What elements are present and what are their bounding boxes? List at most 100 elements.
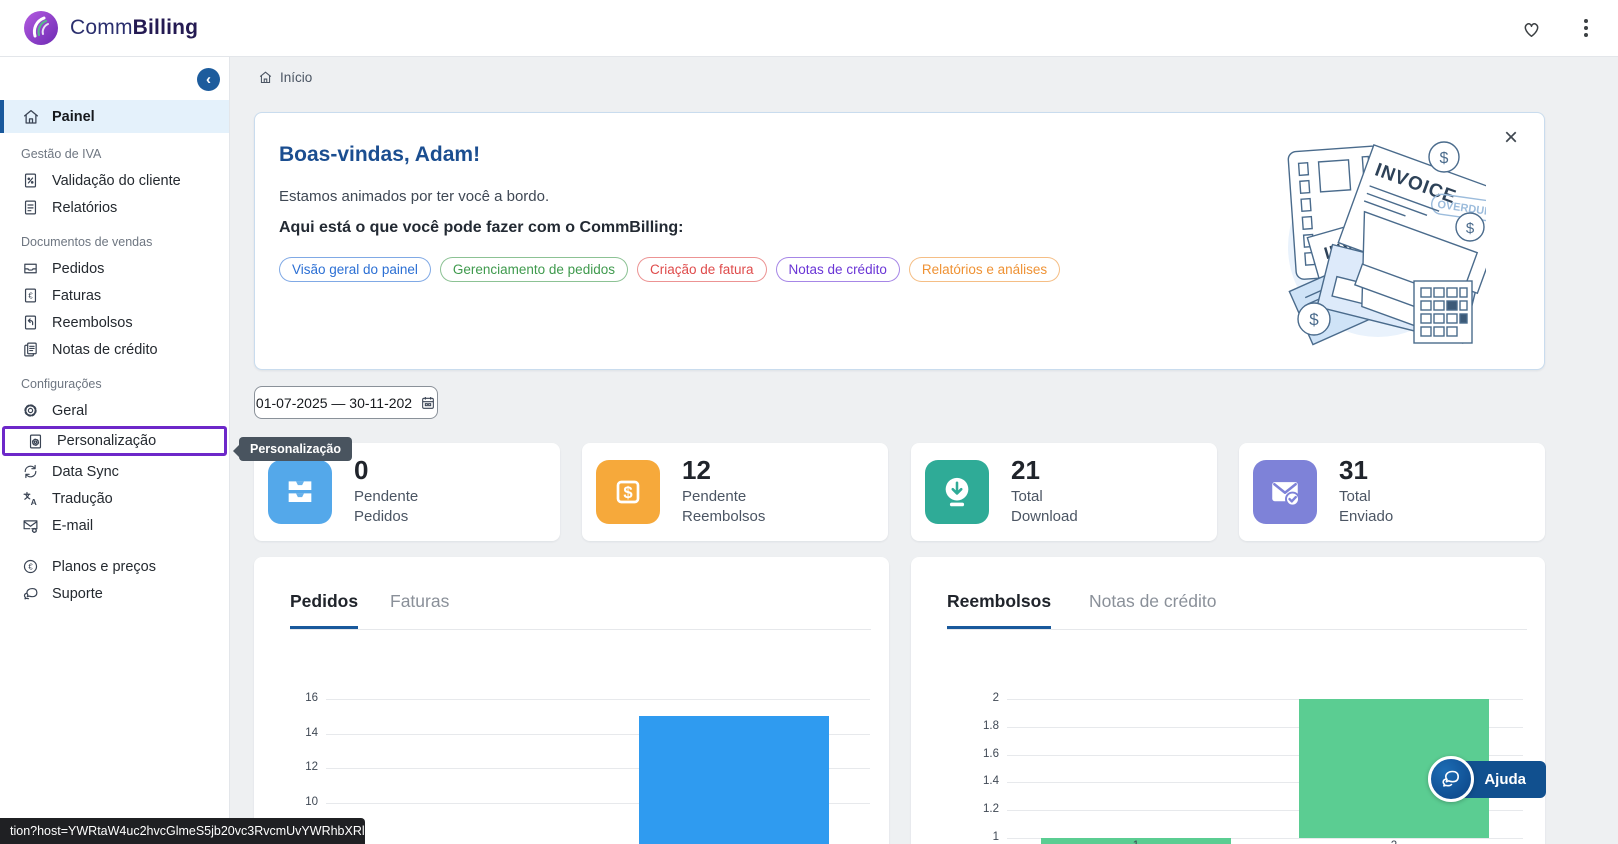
breadcrumb[interactable]: Início	[258, 70, 312, 85]
sidebar-item-email[interactable]: E-mail	[0, 512, 229, 539]
sidebar-item-personalizacao[interactable]: Personalização	[5, 429, 224, 453]
personalizacao-highlight-box: Personalização	[2, 426, 227, 456]
stat-label: PendenteReembolsos	[682, 487, 765, 528]
euro-circle-icon: €	[21, 557, 40, 576]
welcome-title: Boas-vindas, Adam!	[279, 143, 480, 167]
chart-tabs: Reembolsos Notas de crédito	[947, 591, 1527, 630]
sidebar-item-painel[interactable]: Painel	[0, 100, 229, 133]
svg-text:$: $	[623, 483, 633, 502]
chart-tabs: Pedidos Faturas	[290, 591, 871, 630]
invoice-euro-icon: €	[21, 286, 40, 305]
calendar-icon	[420, 395, 436, 411]
breadcrumb-label: Início	[280, 70, 312, 85]
tab-pedidos[interactable]: Pedidos	[290, 591, 358, 629]
dollar-icon: $	[596, 460, 660, 524]
sidebar-item-label: Pedidos	[52, 261, 104, 277]
sidebar-item-planos[interactable]: € Planos e preços	[0, 553, 229, 580]
tab-faturas[interactable]: Faturas	[390, 591, 449, 626]
svg-text:€: €	[28, 562, 33, 571]
sidebar-item-traducao[interactable]: A Tradução	[0, 485, 229, 512]
y-axis-tick: 12	[270, 761, 318, 773]
sidebar-item-faturas[interactable]: € Faturas	[0, 282, 229, 309]
stat-label: TotalEnviado	[1339, 487, 1393, 528]
download-icon	[925, 460, 989, 524]
more-menu-button[interactable]	[1576, 15, 1596, 41]
tag-notas-credito[interactable]: Notas de crédito	[776, 257, 900, 282]
document-icon	[21, 198, 40, 217]
sidebar-section-gestao-iva: Gestão de IVA	[0, 147, 229, 161]
app-window: CommBilling ‹ Painel Gestão de IVA	[0, 0, 1618, 844]
tab-reembolsos[interactable]: Reembolsos	[947, 591, 1051, 629]
date-range-picker[interactable]: 01-07-2025 — 30-11-202	[254, 386, 438, 419]
brand-logo-icon	[22, 9, 60, 47]
y-axis-tick: 10	[270, 796, 318, 808]
sidebar-item-label: Relatórios	[52, 200, 117, 216]
welcome-intro: Aqui está o que você pode fazer com o Co…	[279, 219, 684, 237]
y-axis-tick: 1.4	[951, 775, 999, 787]
document-gear-icon	[26, 432, 45, 451]
sidebar-item-notas-credito[interactable]: Notas de crédito	[0, 336, 229, 363]
sidebar-item-label: Faturas	[52, 288, 101, 304]
sidebar-section-configuracoes: Configurações	[0, 377, 229, 391]
mail-check-icon	[1253, 460, 1317, 524]
mail-gear-icon	[21, 516, 40, 535]
x-axis-label: 2	[1374, 840, 1414, 844]
sidebar-item-label: Personalização	[57, 433, 156, 449]
feature-tags: Visão geral do painel Gerenciamento de p…	[279, 257, 1060, 282]
sidebar-item-validacao-cliente[interactable]: Validação do cliente	[0, 167, 229, 194]
archive-icon	[268, 460, 332, 524]
sidebar-item-label: Validação do cliente	[52, 173, 181, 189]
sidebar-collapse-button[interactable]: ‹	[197, 68, 220, 91]
tab-notas-credito[interactable]: Notas de crédito	[1089, 591, 1216, 626]
sidebar-item-label: Suporte	[52, 586, 103, 602]
y-axis-tick: 16	[270, 692, 318, 704]
gear-icon	[21, 401, 40, 420]
x-axis-label: 1	[1116, 840, 1156, 844]
sidebar-item-label: Painel	[52, 109, 95, 125]
sidebar-section-documentos: Documentos de vendas	[0, 235, 229, 249]
stat-card-total-download: 21 TotalDownload	[911, 443, 1217, 541]
sidebar-item-data-sync[interactable]: Data Sync	[0, 458, 229, 485]
svg-text:$: $	[1309, 310, 1319, 329]
home-icon	[258, 70, 273, 85]
sidebar-item-pedidos[interactable]: Pedidos	[0, 255, 229, 282]
bar	[639, 716, 829, 844]
welcome-card: Boas-vindas, Adam! Estamos animados por …	[254, 112, 1545, 370]
date-range-value: 01-07-2025 — 30-11-202	[256, 395, 412, 411]
svg-text:$: $	[1466, 220, 1475, 237]
chat-icon	[21, 584, 40, 603]
y-axis-tick: 1.6	[951, 748, 999, 760]
sidebar-item-geral[interactable]: Geral	[0, 397, 229, 424]
home-icon	[21, 107, 40, 126]
sidebar-item-relatorios[interactable]: Relatórios	[0, 194, 229, 221]
y-axis-tick: 1	[951, 831, 999, 843]
inbox-icon	[21, 259, 40, 278]
close-icon[interactable]: ×	[1498, 125, 1524, 151]
favorites-button[interactable]	[1517, 15, 1546, 42]
svg-text:A: A	[31, 497, 37, 507]
top-bar: CommBilling	[0, 0, 1618, 57]
receipt-percent-icon	[21, 171, 40, 190]
sidebar-item-label: E-mail	[52, 518, 93, 534]
tag-gerenciamento-pedidos[interactable]: Gerenciamento de pedidos	[440, 257, 628, 282]
y-axis-tick: 14	[270, 727, 318, 739]
sidebar-item-label: Data Sync	[52, 464, 119, 480]
gridline	[326, 699, 870, 700]
sidebar-item-reembolsos[interactable]: Reembolsos	[0, 309, 229, 336]
tag-relatorios-analises[interactable]: Relatórios e análises	[909, 257, 1060, 282]
sidebar: ‹ Painel Gestão de IVA Validação do clie…	[0, 57, 230, 844]
tag-visao-geral[interactable]: Visão geral do painel	[279, 257, 431, 282]
stat-value: 31	[1339, 457, 1393, 484]
help-button[interactable]: Ajuda	[1428, 756, 1546, 802]
sync-icon	[21, 462, 40, 481]
stat-card-pendente-reembolsos: $ 12 PendenteReembolsos	[582, 443, 888, 541]
sidebar-item-suporte[interactable]: Suporte	[0, 580, 229, 607]
translate-icon: A	[21, 489, 40, 508]
stat-label: TotalDownload	[1011, 487, 1078, 528]
pedidos-chart-card: Pedidos Faturas 16 14 12 10	[254, 557, 889, 844]
tooltip-arrow	[233, 445, 239, 457]
refund-icon	[21, 313, 40, 332]
svg-text:$: $	[1440, 150, 1449, 167]
tag-criacao-fatura[interactable]: Criação de fatura	[637, 257, 767, 282]
brand-logo[interactable]: CommBilling	[22, 9, 198, 47]
